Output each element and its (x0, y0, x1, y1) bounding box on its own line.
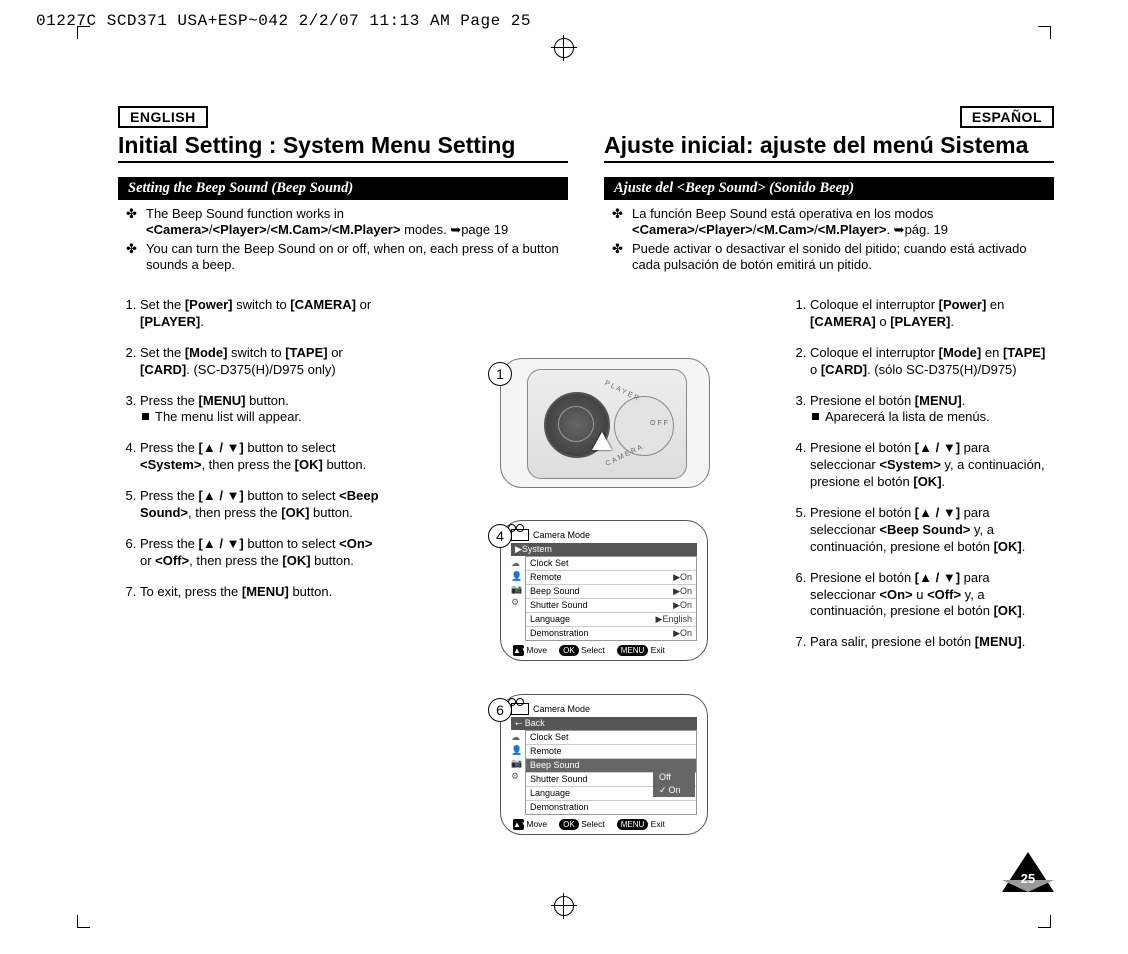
arrow-up-icon (592, 432, 612, 450)
osd-item: Demonstration (530, 801, 589, 814)
steps-en: Set the [Power] switch to [CAMERA] or [P… (118, 297, 384, 601)
step-circle-6: 6 (488, 698, 512, 722)
osd-option-off: Off (653, 771, 695, 784)
updown-icon: ▲▼ (513, 819, 524, 830)
ok-pill-icon: OK (559, 645, 579, 656)
osd-item-selected: Beep Sound (530, 759, 580, 772)
print-header: 01227C SCD371 USA+ESP~042 2/2/07 11:13 A… (36, 12, 531, 30)
camcorder-icon (511, 529, 529, 541)
bullet-text: Puede activar o desactivar el sonido del… (632, 241, 1027, 272)
intro-bullets-en: ✤The Beep Sound function works in <Camer… (118, 206, 568, 273)
lang-label-en: ENGLISH (118, 106, 208, 128)
osd-menu-beep-options: Camera Mode ⭠ Back ☁👤📷⚙ Clock Set Remote… (500, 694, 708, 835)
subheading-es: Ajuste del <Beep Sound> (Sonido Beep) (604, 177, 1054, 200)
menu-pill-icon: MENU (617, 819, 649, 830)
osd-option-on: On (653, 784, 695, 797)
osd-footer: ▲▼ Move OK Select MENU Exit (511, 819, 697, 830)
osd-item: Clock Set (530, 731, 569, 744)
osd-item: Language (530, 613, 570, 626)
osd-value: ▶On (673, 627, 692, 640)
osd-mode: Camera Mode (533, 704, 590, 714)
dial-label-player: PLAYER (603, 380, 641, 403)
step: Presione el botón [▲ / ▼] para seleccion… (810, 505, 1054, 556)
ok-pill-icon: OK (559, 819, 579, 830)
bullet-text: The Beep Sound function works in <Camera… (146, 206, 508, 237)
step: Press the [▲ / ▼] button to select <Syst… (140, 440, 384, 474)
osd-value: ▶On (673, 585, 692, 598)
osd-selected-category: ▶System (511, 543, 697, 556)
step: Set the [Power] switch to [CAMERA] or [P… (140, 297, 384, 331)
intro-bullets-es: ✤La función Beep Sound está operativa en… (604, 206, 1054, 273)
osd-category-icons: ☁👤📷⚙ (511, 731, 522, 783)
step: Presione el botón [▲ / ▼] para seleccion… (810, 440, 1054, 491)
bullet-text: You can turn the Beep Sound on or off, w… (146, 241, 559, 272)
osd-item: Remote (530, 571, 562, 584)
step: Para salir, presione el botón [MENU]. (810, 634, 1054, 651)
osd-item-list: Clock Set Remote ▶On Beep Sound ▶On Shutte… (525, 556, 697, 641)
menu-pill-icon: MENU (617, 645, 649, 656)
osd-back: ⭠ Back (511, 717, 697, 730)
osd-value: ▶On (673, 571, 692, 584)
osd-item: Shutter Sound (530, 773, 588, 786)
updown-icon: ▲▼ (513, 645, 524, 656)
step: To exit, press the [MENU] button. (140, 584, 384, 601)
osd-value: ▶On (673, 599, 692, 612)
bullet-text: La función Beep Sound está operativa en … (632, 206, 948, 237)
osd-option-popup: Off On (653, 771, 695, 797)
dial-label-off: OFF (650, 420, 670, 427)
step-circle-1: 1 (488, 362, 512, 386)
osd-item: Shutter Sound (530, 599, 588, 612)
camcorder-icon (511, 703, 529, 715)
registration-mark (554, 38, 574, 58)
lang-label-es: ESPAÑOL (960, 106, 1054, 128)
crop-mark (1038, 915, 1051, 928)
figure-power-switch: PLAYER OFF CAMERA (500, 358, 710, 488)
osd-mode: Camera Mode (533, 530, 590, 540)
step: Press the [▲ / ▼] button to select <Beep… (140, 488, 384, 522)
step: Coloque el interruptor [Mode] en [TAPE] … (810, 345, 1054, 379)
osd-item: Clock Set (530, 557, 569, 570)
subheading-en: Setting the Beep Sound (Beep Sound) (118, 177, 568, 200)
crop-mark (1038, 26, 1051, 39)
osd-item: Demonstration (530, 627, 589, 640)
osd-value: ▶English (656, 613, 692, 626)
section-title-en: Initial Setting : System Menu Setting (118, 132, 568, 163)
step-circle-4: 4 (488, 524, 512, 548)
step: Coloque el interruptor [Power] en [CAMER… (810, 297, 1054, 331)
osd-item: Beep Sound (530, 585, 580, 598)
osd-item: Language (530, 787, 570, 800)
step: Presione el botón [▲ / ▼] para seleccion… (810, 570, 1054, 621)
step: Press the [▲ / ▼] button to select <On> … (140, 536, 384, 570)
steps-es: Coloque el interruptor [Power] en [CAMER… (788, 297, 1054, 651)
step: Set the [Mode] switch to [TAPE] or [CARD… (140, 345, 384, 379)
crop-mark (77, 26, 90, 39)
registration-mark (554, 896, 574, 916)
osd-category-icons: ☁👤📷⚙ (511, 557, 522, 609)
page-number-badge: 25 (1002, 848, 1054, 892)
osd-footer: ▲▼ Move OK Select MENU Exit (511, 645, 697, 656)
osd-menu-system: Camera Mode ▶System ☁👤📷⚙ Clock Set Remot… (500, 520, 708, 661)
crop-mark (77, 915, 90, 928)
step: Press the [MENU] button.The menu list wi… (140, 393, 384, 427)
step: Presione el botón [MENU].Aparecerá la li… (810, 393, 1054, 427)
section-title-es: Ajuste inicial: ajuste del menú Sistema (604, 132, 1054, 163)
osd-item: Remote (530, 745, 562, 758)
